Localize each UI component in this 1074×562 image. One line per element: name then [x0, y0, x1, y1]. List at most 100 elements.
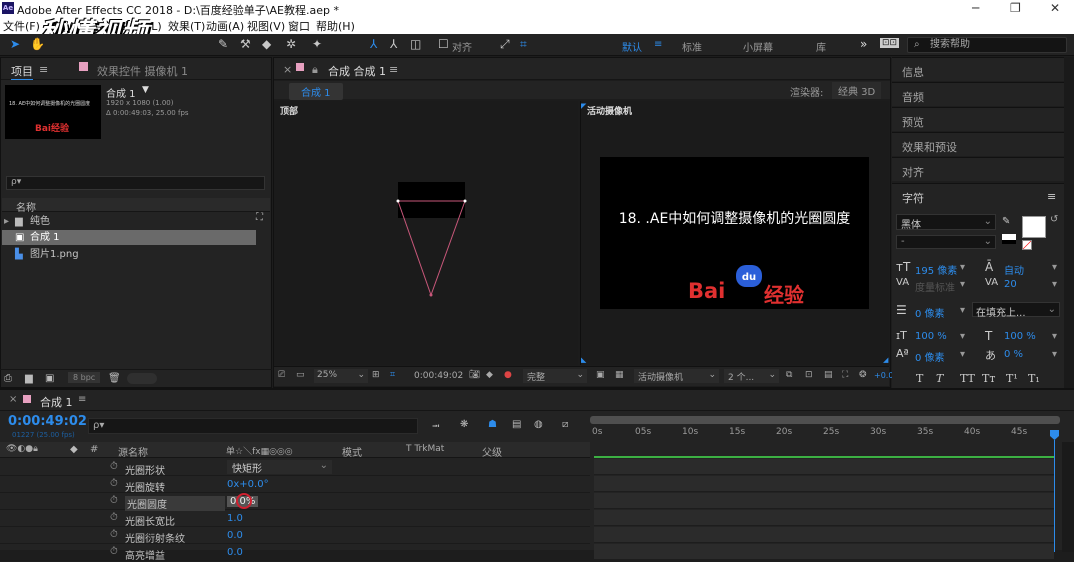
timeline-scrollbar[interactable]: [1062, 442, 1074, 552]
snap-options-icon[interactable]: ⌗: [520, 37, 527, 52]
property-row[interactable]: ⏱︎ 光圈旋转 0x+0.0°: [0, 476, 590, 494]
stroke-mode-dropdown[interactable]: 在填充上... ⌄: [972, 302, 1060, 319]
motion-blur-icon[interactable]: ◍: [534, 419, 543, 430]
fast-previews-icon[interactable]: ⊡: [805, 370, 813, 380]
font-family-dropdown[interactable]: 黑体 ⌄: [896, 214, 996, 231]
project-search-input[interactable]: ρ▾: [6, 176, 265, 190]
align-panel[interactable]: 对齐: [892, 157, 1066, 181]
effects-presets-panel[interactable]: 效果和预设: [892, 132, 1066, 156]
selection-tool-icon[interactable]: ➤: [10, 37, 20, 51]
close-timeline-tab-icon[interactable]: ×: [9, 394, 17, 405]
timeline-timecode[interactable]: 0:00:49:02: [8, 414, 87, 429]
tab-project[interactable]: 项目: [11, 63, 33, 80]
property-value[interactable]: 0.0: [227, 530, 243, 541]
workspace-small-screen[interactable]: 小屏幕: [743, 39, 773, 54]
renderer-dropdown[interactable]: 经典 3D: [832, 82, 882, 99]
subscript-button[interactable]: T₁: [1028, 372, 1040, 385]
view-axis-icon[interactable]: ◫: [410, 37, 421, 51]
region-icon[interactable]: ▣: [596, 370, 605, 380]
close-icon[interactable]: ✕: [1050, 1, 1060, 15]
safe-zones-icon[interactable]: ⌗: [390, 370, 395, 380]
exposure-icon[interactable]: ❂: [859, 370, 867, 380]
preview-panel[interactable]: 预览: [892, 107, 1066, 131]
black-white-icon[interactable]: [1002, 234, 1016, 244]
font-style-dropdown[interactable]: - ⌄: [896, 235, 996, 249]
project-item-image[interactable]: ▙ 图片1.png: [2, 247, 272, 262]
show-snapshot-icon[interactable]: ◆: [486, 370, 493, 380]
transparency-grid-icon[interactable]: ▦: [615, 370, 624, 380]
baseline-shift-dropdown-icon[interactable]: ▾: [960, 349, 965, 360]
baseline-shift-value[interactable]: 0 像素: [915, 349, 945, 364]
eyedropper-icon[interactable]: ✎: [1002, 216, 1010, 227]
timeline-icon[interactable]: ▤: [824, 370, 833, 380]
fill-color-swatch[interactable]: [1022, 216, 1046, 238]
views-dropdown[interactable]: 2 个... ⌄: [724, 369, 779, 383]
delete-icon[interactable]: 🗑: [108, 373, 121, 384]
new-folder-icon[interactable]: ▆: [25, 373, 33, 384]
shy-layers-icon[interactable]: ☗: [488, 419, 497, 430]
tracking-value[interactable]: 20: [1004, 279, 1017, 290]
stopwatch-icon[interactable]: ⏱︎: [110, 461, 118, 472]
tab-timeline-comp[interactable]: 合成 1: [40, 394, 73, 410]
no-color-icon[interactable]: [1022, 240, 1032, 250]
property-row[interactable]: ⏱︎ 光圈形状 快矩形 ⌄: [0, 459, 590, 477]
project-slider[interactable]: [127, 373, 157, 384]
menu-effect[interactable]: 效果(T): [168, 18, 205, 34]
tab-composition[interactable]: 合成 合成 1: [328, 63, 386, 79]
keyframe-track[interactable]: [594, 459, 1054, 475]
tracking-dropdown-icon[interactable]: ▾: [1052, 279, 1057, 290]
name-column-label[interactable]: 名称: [16, 199, 36, 214]
work-area-bar[interactable]: [590, 416, 1060, 424]
stopwatch-icon[interactable]: ⏱︎: [110, 478, 118, 489]
snapshot-icon[interactable]: 📷︎: [469, 370, 480, 380]
workspace-standard[interactable]: 标准: [682, 39, 702, 54]
vertical-scale-value[interactable]: 100 %: [915, 331, 947, 342]
stopwatch-icon[interactable]: ⏱︎: [110, 546, 118, 557]
parent-column[interactable]: 父级: [482, 444, 502, 459]
workspace-libraries[interactable]: 库: [816, 39, 826, 54]
keyframe-track[interactable]: [594, 476, 1054, 492]
stroke-width-dropdown-icon[interactable]: ▾: [960, 305, 965, 316]
keyframe-track[interactable]: [594, 527, 1054, 543]
superscript-button[interactable]: T¹: [1006, 372, 1018, 385]
label-column-icon[interactable]: ◆: [70, 444, 78, 455]
property-row[interactable]: ⏱︎ 光圈长宽比 1.0: [0, 510, 590, 528]
tsume-value[interactable]: 0 %: [1004, 349, 1023, 360]
iris-shape-dropdown[interactable]: 快矩形 ⌄: [227, 460, 332, 475]
character-menu-icon[interactable]: ≡: [1047, 190, 1056, 203]
menu-help[interactable]: 帮助(H): [316, 18, 355, 34]
timeline-search-input[interactable]: ρ▾: [88, 418, 418, 434]
menu-file[interactable]: 文件(F): [3, 18, 40, 34]
project-menu-icon[interactable]: ≡: [39, 63, 48, 76]
kerning-value[interactable]: 度量标准: [915, 279, 955, 294]
source-name-column[interactable]: 源名称: [118, 444, 148, 459]
all-caps-button[interactable]: TT: [960, 372, 975, 385]
info-panel[interactable]: 信息: [892, 57, 1066, 81]
property-value[interactable]: 0x+0.0°: [227, 479, 269, 490]
project-item-folder[interactable]: ▸ ▆ 纯色: [2, 214, 272, 229]
stopwatch-icon[interactable]: ⏱︎: [110, 495, 118, 506]
menu-view[interactable]: 视图(V): [247, 18, 285, 34]
graph-editor-icon[interactable]: ⧄: [562, 419, 568, 430]
trkmat-column[interactable]: T TrkMat: [406, 444, 444, 454]
eraser-tool-icon[interactable]: ◆: [262, 37, 271, 51]
zoom-dropdown[interactable]: 25% ⌄: [314, 369, 368, 383]
keyframe-track[interactable]: [594, 510, 1054, 526]
minimize-icon[interactable]: ─: [972, 1, 979, 15]
viewer-timecode[interactable]: 0:00:49:02: [414, 371, 463, 381]
close-tab-icon[interactable]: ×: [283, 63, 292, 76]
puppet-pin-icon[interactable]: ✦: [312, 37, 322, 51]
time-ruler[interactable]: 0s 05s 10s 15s 20s 25s 30s 35s 40s 45s: [592, 427, 1062, 443]
disclosure-arrow-icon[interactable]: ▸: [4, 214, 9, 229]
kerning-dropdown-icon[interactable]: ▾: [960, 279, 965, 290]
stopwatch-icon[interactable]: ⏱︎: [110, 529, 118, 540]
workspace-default[interactable]: 默认: [622, 39, 642, 54]
keyframe-track[interactable]: [594, 544, 1054, 560]
comp-mini-flowchart-icon[interactable]: ⭲: [432, 419, 440, 436]
bit-depth[interactable]: 8 bpc: [68, 372, 101, 383]
lock-icon[interactable]: 🔒︎: [312, 63, 318, 77]
restore-icon[interactable]: ❐: [1010, 1, 1021, 15]
flowchart-view-icon[interactable]: ⛶: [842, 370, 848, 380]
property-row[interactable]: ⏱︎ 光圈圆度 0.0%: [0, 493, 590, 511]
camera-dropdown[interactable]: 活动摄像机 ⌄: [634, 369, 719, 383]
